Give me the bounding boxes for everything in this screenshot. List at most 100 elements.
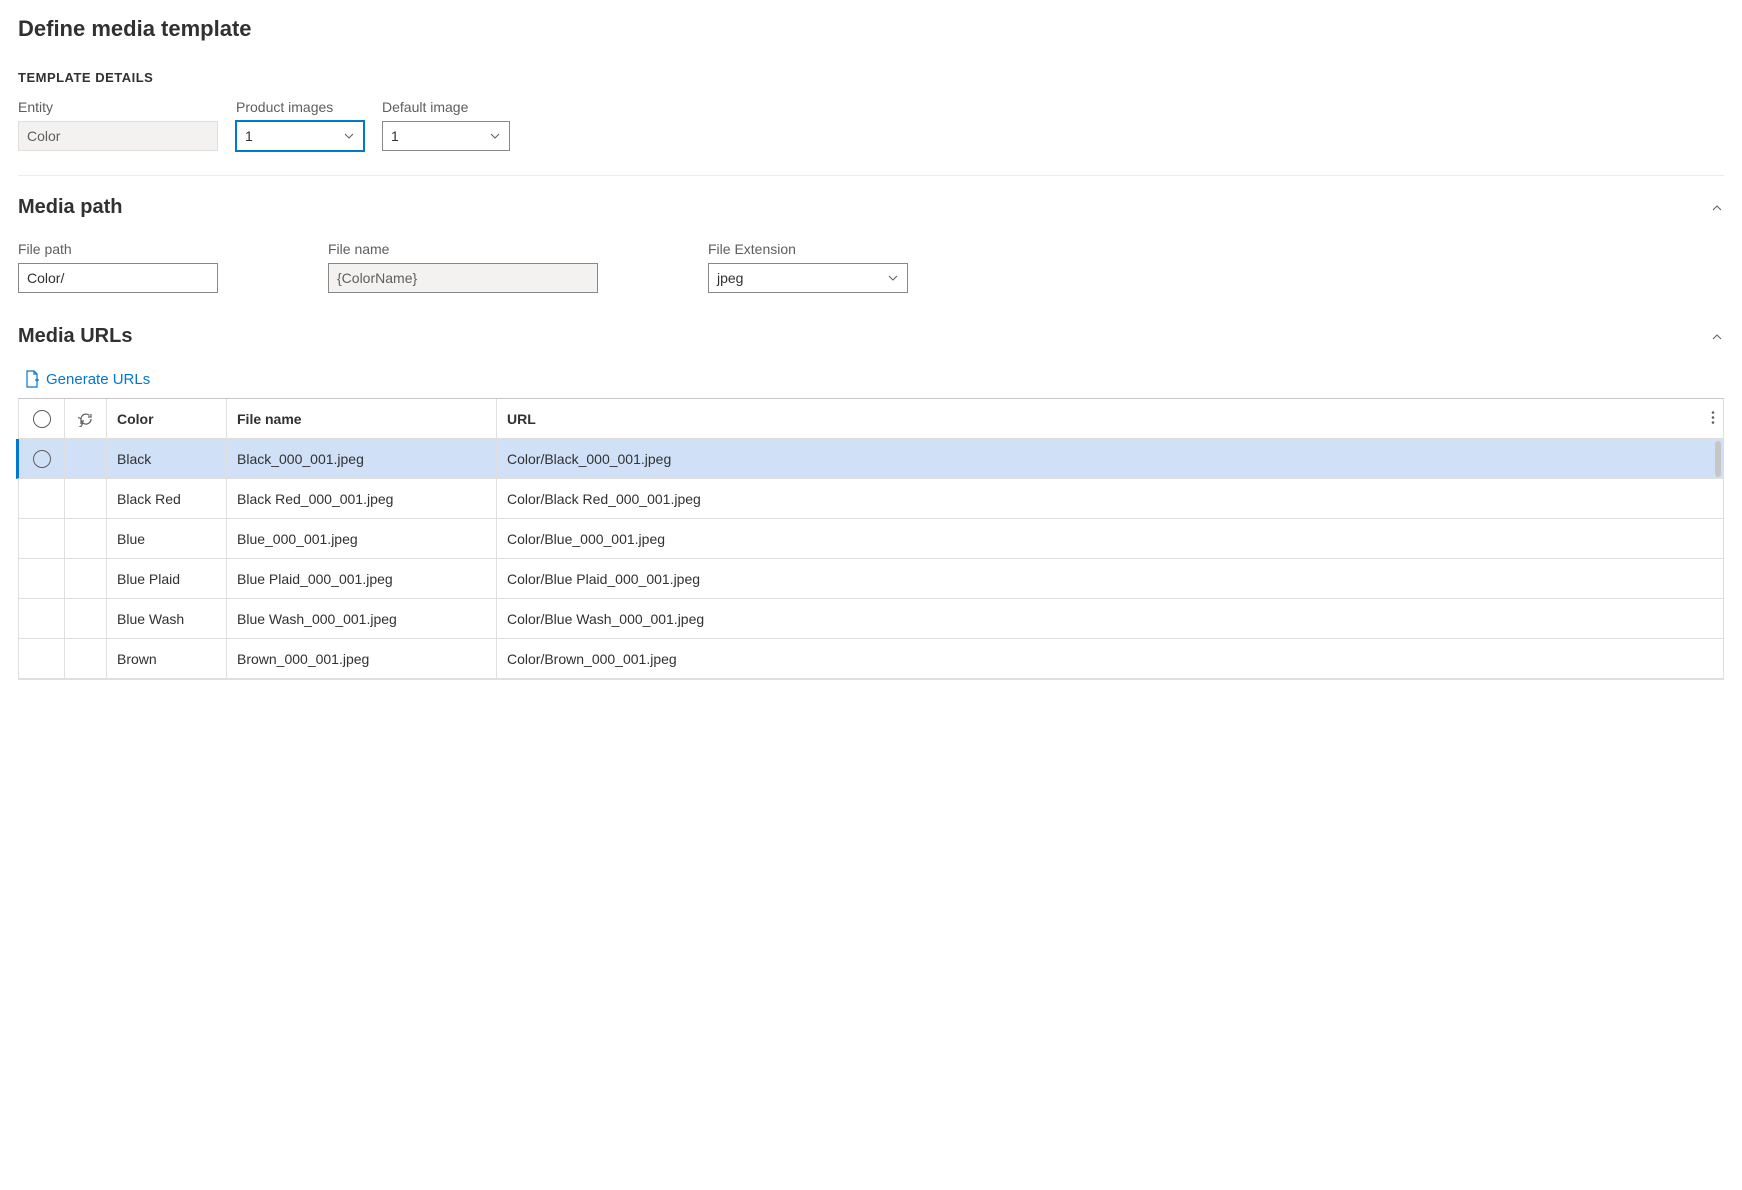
row-filename-value: Blue Wash_000_001.jpeg — [237, 611, 397, 627]
file-name-value: {ColorName} — [337, 270, 417, 286]
chevron-up-icon — [1710, 330, 1724, 344]
row-refresh — [65, 559, 107, 598]
row-filename-value: Brown_000_001.jpeg — [237, 651, 369, 667]
row-select[interactable] — [19, 439, 65, 478]
row-url: Color/Blue_000_001.jpeg — [497, 519, 767, 558]
filename-header-label: File name — [237, 411, 302, 427]
file-name-label: File name — [328, 241, 598, 257]
row-filename: Brown_000_001.jpeg — [227, 639, 497, 678]
table-row[interactable]: Brown Brown_000_001.jpeg Color/Brown_000_0… — [19, 639, 1723, 679]
row-url-value: Color/Blue_000_001.jpeg — [507, 531, 665, 547]
color-header-label: Color — [117, 411, 154, 427]
row-refresh — [65, 439, 107, 478]
media-path-row: File path Color/ File name {ColorName} F… — [18, 241, 1724, 293]
template-details-row: Entity Color Product images 1 Default im… — [18, 99, 1724, 151]
product-images-value: 1 — [245, 128, 253, 144]
page-title: Define media template — [18, 16, 1724, 42]
grid-body: BlackBlack_000_001.jpegColor/Black_000_0… — [19, 439, 1723, 679]
row-color: Blue Wash — [107, 599, 227, 638]
product-images-field: Product images 1 — [236, 99, 364, 151]
chevron-down-icon — [887, 272, 899, 284]
row-select[interactable] — [19, 639, 65, 678]
row-color: Blue Plaid — [107, 559, 227, 598]
url-header-label: URL — [507, 411, 536, 427]
media-urls-title: Media URLs — [18, 325, 132, 348]
row-filename-value: Black_000_001.jpeg — [237, 451, 364, 467]
product-images-label: Product images — [236, 99, 364, 115]
file-name-field: File name {ColorName} — [328, 241, 598, 293]
row-select[interactable] — [19, 599, 65, 638]
row-url: Color/Brown_000_001.jpeg — [497, 639, 767, 678]
grid-header: Color File name URL — [19, 399, 1723, 439]
row-select[interactable] — [19, 559, 65, 598]
file-extension-label: File Extension — [708, 241, 908, 257]
row-url-value: Color/Brown_000_001.jpeg — [507, 651, 677, 667]
row-refresh — [65, 519, 107, 558]
radio-icon — [33, 410, 51, 428]
row-url-value: Color/Blue Plaid_000_001.jpeg — [507, 571, 700, 587]
row-url: Color/Black Red_000_001.jpeg — [497, 479, 767, 518]
row-select[interactable] — [19, 479, 65, 518]
row-filename: Blue_000_001.jpeg — [227, 519, 497, 558]
row-filename: Black Red_000_001.jpeg — [227, 479, 497, 518]
row-refresh — [65, 639, 107, 678]
row-filename-value: Blue_000_001.jpeg — [237, 531, 358, 547]
template-details-label: TEMPLATE DETAILS — [18, 70, 1724, 85]
table-row[interactable]: Blue Wash Blue Wash_000_001.jpeg Color/Blu… — [19, 599, 1723, 639]
media-path-header[interactable]: Media path — [18, 196, 1724, 219]
filename-header[interactable]: File name — [227, 399, 497, 438]
scrollbar-thumb[interactable] — [1715, 441, 1721, 477]
row-color: Black Red — [107, 479, 227, 518]
media-urls-header[interactable]: Media URLs — [18, 325, 1724, 348]
row-color: Blue — [107, 519, 227, 558]
chevron-up-icon — [1710, 201, 1724, 215]
file-path-input[interactable]: Color/ — [18, 263, 218, 293]
chevron-down-icon — [489, 130, 501, 142]
file-path-label: File path — [18, 241, 218, 257]
entity-field: Entity Color — [18, 99, 218, 151]
row-filename-value: Blue Plaid_000_001.jpeg — [237, 571, 393, 587]
product-images-select[interactable]: 1 — [236, 121, 364, 151]
row-refresh — [65, 599, 107, 638]
table-row[interactable]: Blue Plaid Blue Plaid_000_001.jpeg Color/B… — [19, 559, 1723, 599]
row-url: Color/Blue Wash_000_001.jpeg — [497, 599, 767, 638]
row-url-value: Color/Blue Wash_000_001.jpeg — [507, 611, 704, 627]
generate-urls-label: Generate URLs — [46, 371, 150, 388]
row-filename: Blue Wash_000_001.jpeg — [227, 599, 497, 638]
file-name-input: {ColorName} — [328, 263, 598, 293]
row-filename-value: Black Red_000_001.jpeg — [237, 491, 393, 507]
default-image-label: Default image — [382, 99, 510, 115]
row-url: Color/Black_000_001.jpeg — [497, 439, 1723, 478]
generate-urls-button[interactable]: Generate URLs — [24, 370, 150, 388]
radio-icon — [33, 450, 51, 468]
file-extension-select[interactable]: jpeg — [708, 263, 908, 293]
file-path-field: File path Color/ — [18, 241, 218, 293]
file-extension-field: File Extension jpeg — [708, 241, 908, 293]
default-image-select[interactable]: 1 — [382, 121, 510, 151]
default-image-field: Default image 1 — [382, 99, 510, 151]
divider — [18, 175, 1724, 176]
table-row[interactable]: BlackBlack_000_001.jpegColor/Black_000_0… — [16, 439, 1723, 479]
url-header[interactable]: URL — [497, 399, 1723, 438]
row-select[interactable] — [19, 519, 65, 558]
row-color-value: Black Red — [117, 491, 181, 507]
default-image-value: 1 — [391, 128, 399, 144]
chevron-down-icon — [343, 130, 355, 142]
refresh-header[interactable] — [65, 399, 107, 438]
row-color-value: Brown — [117, 651, 157, 667]
more-options-button[interactable] — [1711, 409, 1715, 428]
document-icon — [24, 370, 40, 388]
entity-value: Color — [27, 128, 60, 144]
refresh-icon — [78, 411, 94, 427]
color-header[interactable]: Color — [107, 399, 227, 438]
media-urls-grid: Color File name URL BlackBlack_000_001.j… — [18, 398, 1724, 680]
row-url-value: Color/Black Red_000_001.jpeg — [507, 491, 701, 507]
more-vertical-icon — [1711, 409, 1715, 425]
table-row[interactable]: Black Red Black Red_000_001.jpeg Color/Bla… — [19, 479, 1723, 519]
select-all-header[interactable] — [19, 399, 65, 438]
row-filename: Black_000_001.jpeg — [227, 439, 497, 478]
row-url-value: Color/Black_000_001.jpeg — [507, 451, 671, 467]
entity-label: Entity — [18, 99, 218, 115]
row-color-value: Blue Wash — [117, 611, 184, 627]
table-row[interactable]: Blue Blue_000_001.jpeg Color/Blue_000_001.… — [19, 519, 1723, 559]
